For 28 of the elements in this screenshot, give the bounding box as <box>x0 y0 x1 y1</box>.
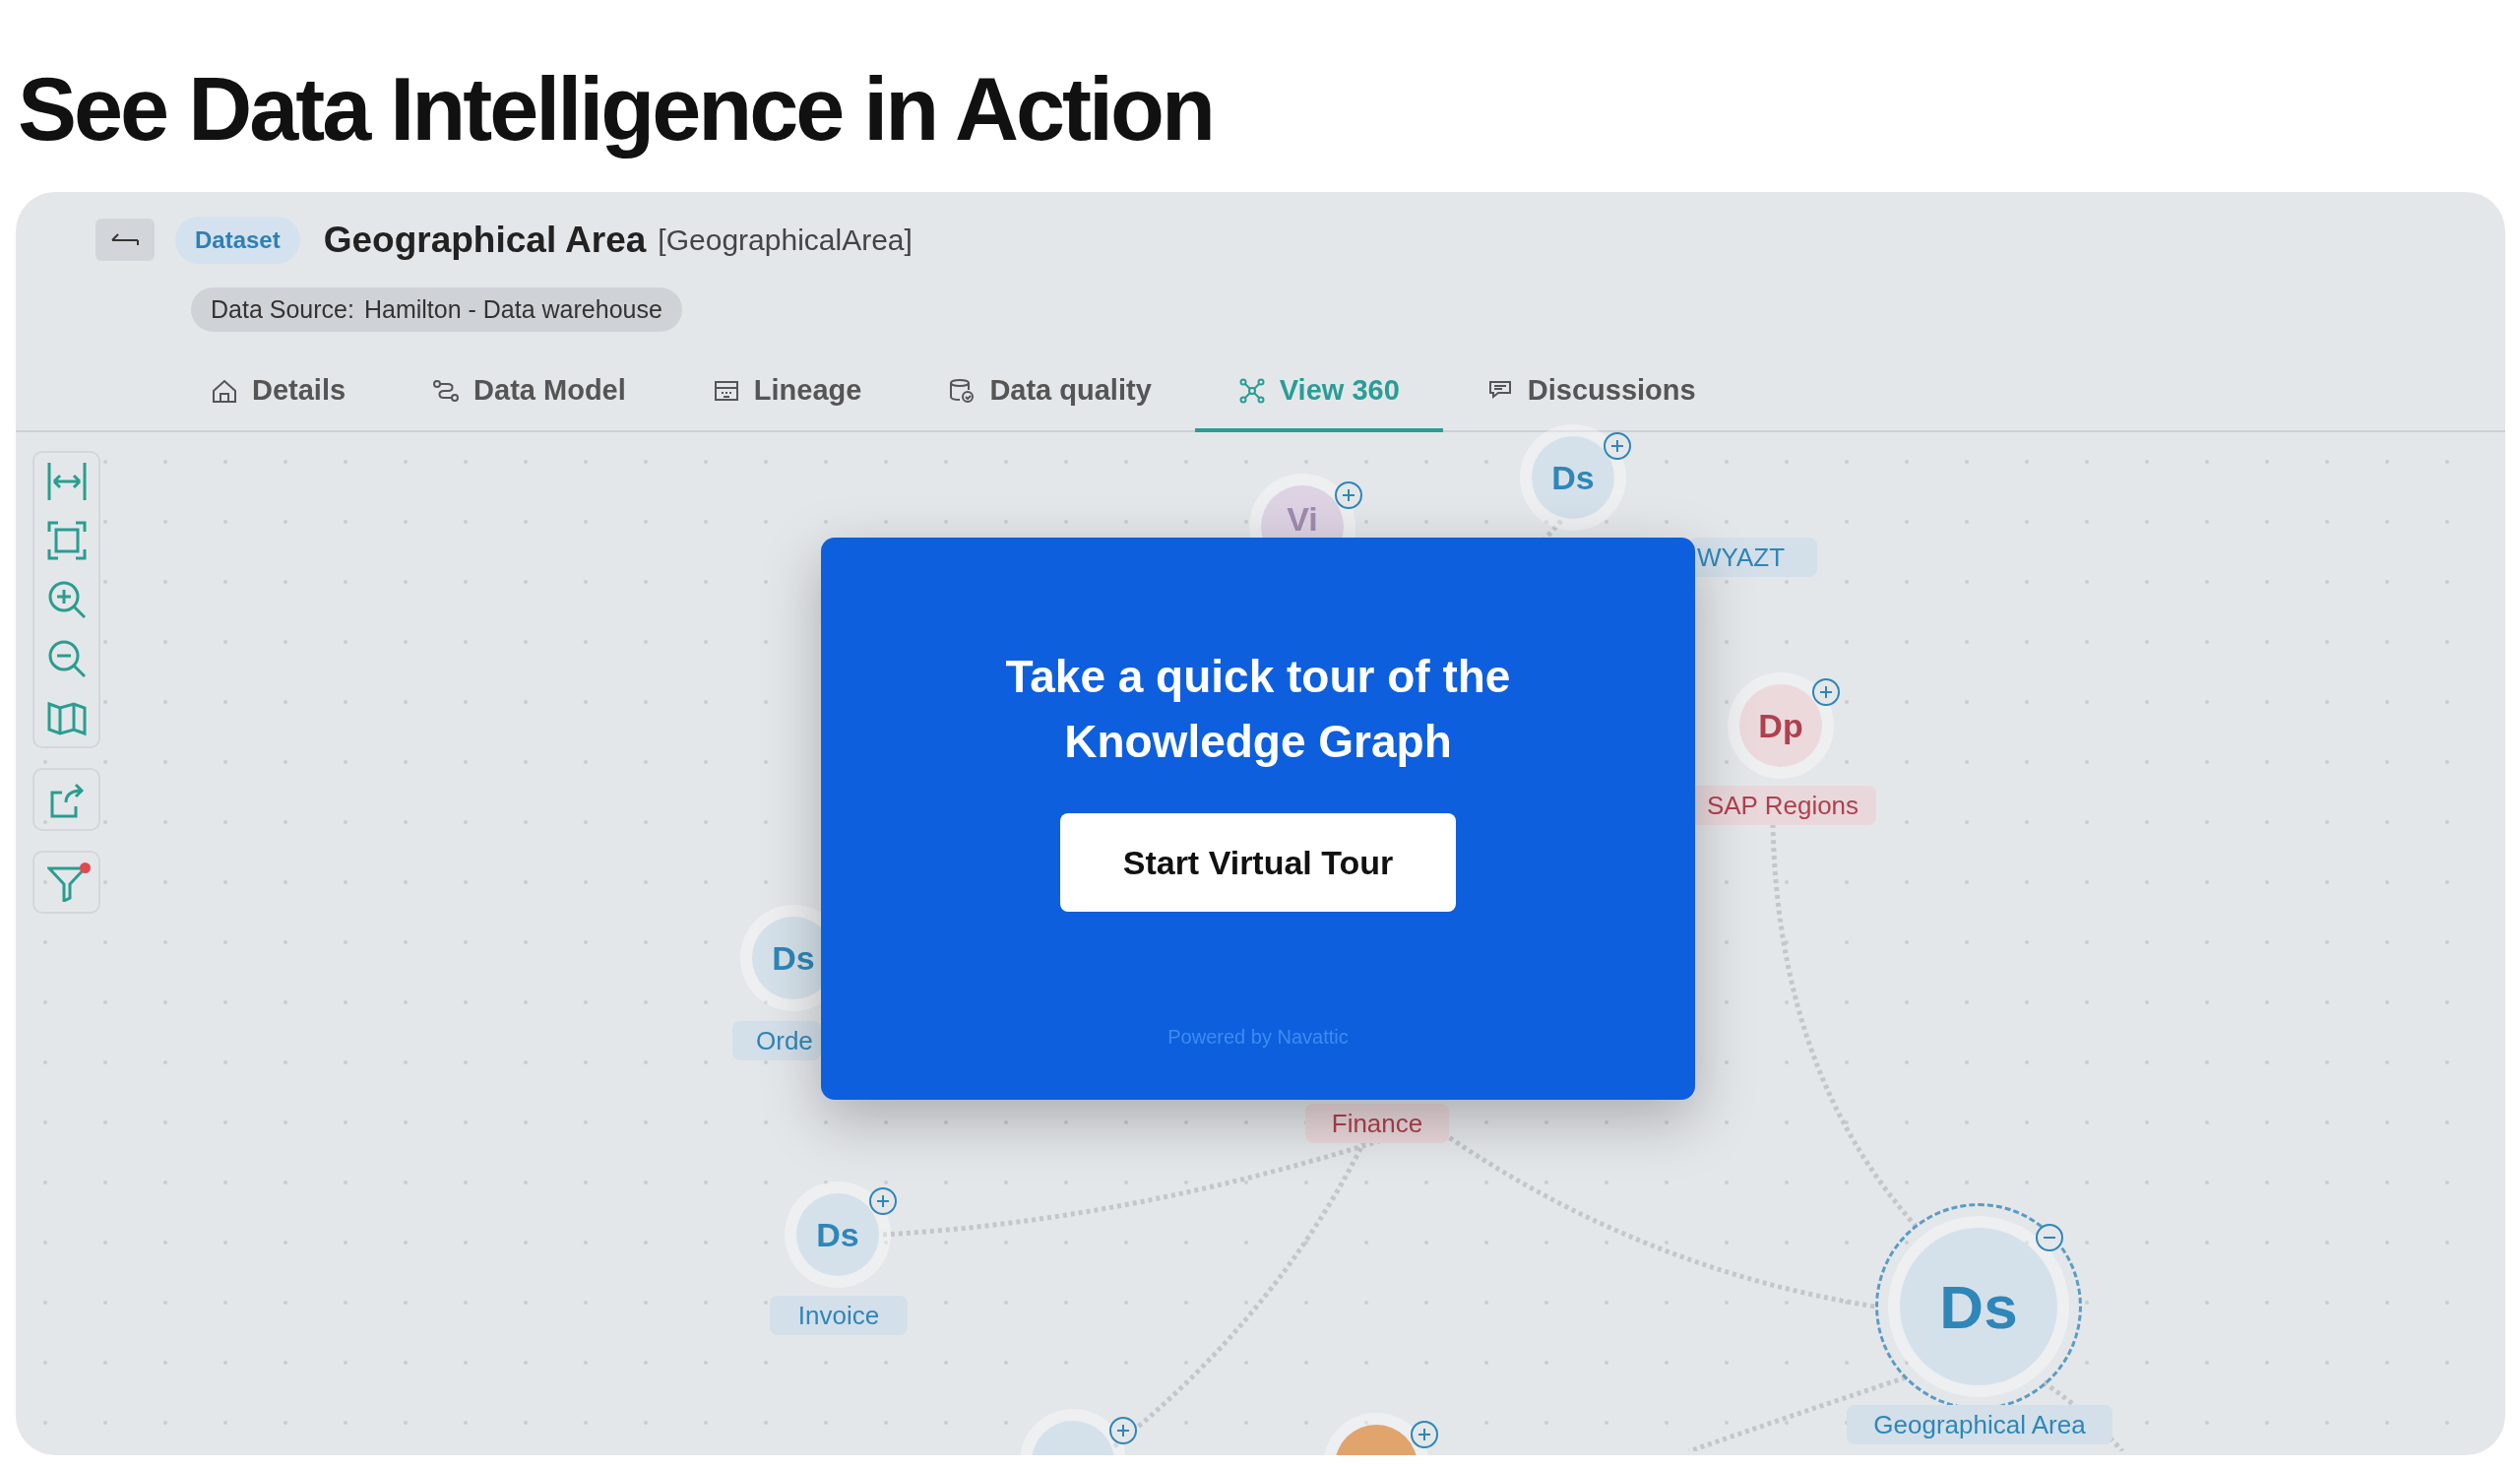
fit-screen-icon[interactable] <box>45 520 88 561</box>
database-check-icon <box>948 377 976 405</box>
technical-name: [GeographicalArea] <box>658 223 913 258</box>
tab[interactable]: Data Model <box>389 353 669 432</box>
filter-button[interactable] <box>32 851 100 914</box>
start-tour-button[interactable]: Start Virtual Tour <box>1060 813 1456 912</box>
tab[interactable]: Details <box>167 353 390 432</box>
relations-icon <box>432 377 461 405</box>
back-arrow-icon <box>110 231 140 248</box>
node-label: Finance <box>1305 1104 1449 1143</box>
share-button[interactable] <box>32 768 100 831</box>
asset-title: Geographical Area <box>323 218 647 262</box>
fit-width-icon[interactable] <box>45 461 88 502</box>
home-icon <box>211 377 238 405</box>
source-label: Data Source: <box>211 293 354 325</box>
page-heading: See Data Intelligence in Action <box>18 59 1214 160</box>
node-label: WYAZT <box>1689 538 1817 577</box>
tab[interactable]: Data quality <box>905 353 1195 432</box>
source-value: Hamilton - Data warehouse <box>363 293 662 325</box>
tab[interactable]: Lineage <box>668 353 906 432</box>
network-icon <box>1237 377 1266 405</box>
node-label: Invoice <box>770 1296 908 1335</box>
back-button[interactable] <box>95 219 155 261</box>
node-label: Geographical Area <box>1847 1405 2112 1444</box>
tour-title: Take a quick tour of the Knowledge Graph <box>1004 650 1512 769</box>
type-badge: Dataset <box>175 216 300 264</box>
tab[interactable]: Discussions <box>1442 353 1739 432</box>
node-label: Orde <box>732 1021 821 1060</box>
